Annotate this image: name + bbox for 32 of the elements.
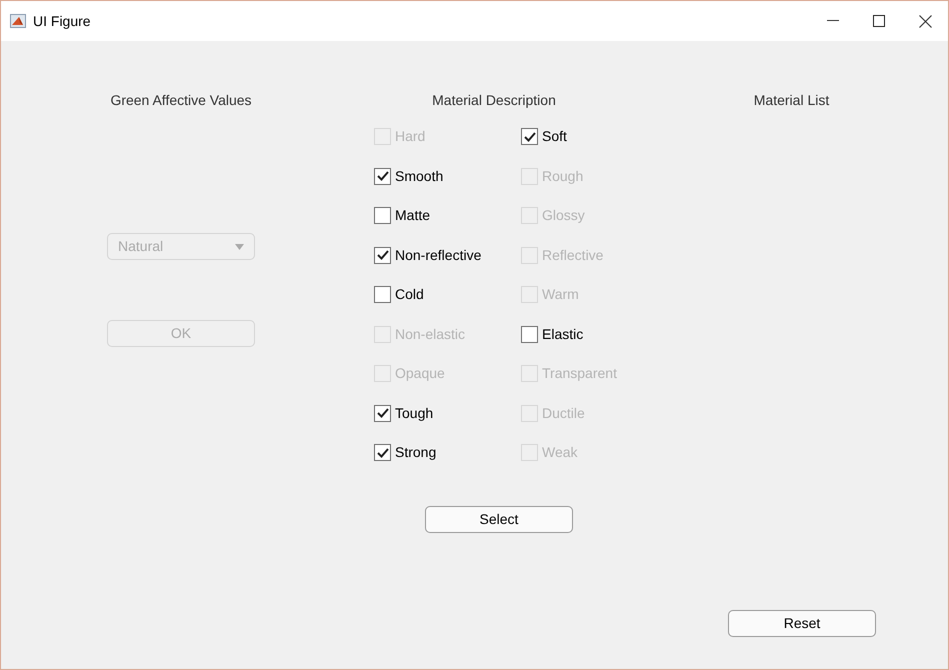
maximize-icon [873,15,885,27]
checkbox-label[interactable]: Elastic [542,324,584,345]
checkmark-icon [376,171,388,182]
checkbox[interactable] [521,326,538,343]
checkbox[interactable] [374,444,391,462]
checkbox-label[interactable]: Cold [395,284,424,306]
checkbox-label[interactable]: Smooth [395,166,444,187]
checkmark-icon [376,250,388,260]
dropdown-arrow-icon [235,244,244,250]
column-heading: Material List [752,91,830,110]
checkbox[interactable] [374,168,391,185]
app-icon [10,14,26,28]
checkbox[interactable] [374,246,391,264]
window-title: UI Figure [33,12,91,31]
checkbox[interactable] [374,404,391,422]
checkmark-icon [376,448,388,458]
checkbox[interactable] [374,207,391,224]
checkbox[interactable] [374,286,391,304]
checkmark-icon [376,408,388,418]
reset-button[interactable]: Reset [728,610,876,637]
column-heading: Green Affective Values [110,91,252,110]
minimize-icon [827,20,839,22]
checkbox-label[interactable]: Strong [395,442,436,464]
close-icon [918,14,932,28]
checkbox-label[interactable]: Non-reflective [395,244,482,266]
checkbox-label[interactable]: Tough [395,402,434,424]
checkbox[interactable] [521,128,538,146]
checkmark-icon [524,132,536,142]
checkbox-label[interactable]: Matte [395,205,430,226]
checkbox-label[interactable]: Soft [542,126,567,148]
column-heading: Material Description [431,91,557,110]
select-button[interactable]: Select [425,506,573,532]
